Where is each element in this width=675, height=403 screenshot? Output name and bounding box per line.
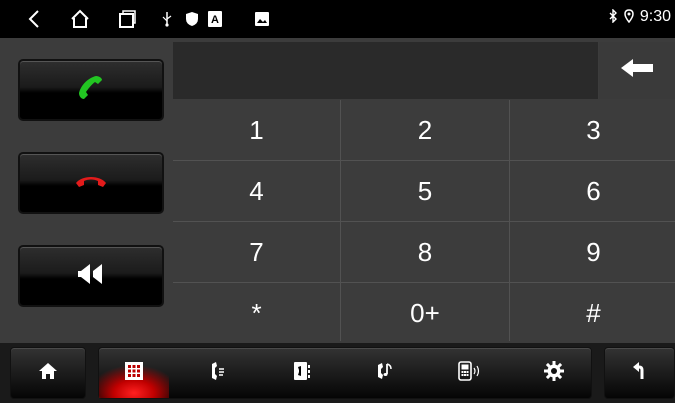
key-8[interactable]: 8 bbox=[341, 222, 509, 282]
image-icon bbox=[255, 12, 269, 31]
bluetooth-icon bbox=[608, 7, 618, 26]
bottom-nav-bar bbox=[0, 343, 675, 403]
phone-function-tabs bbox=[98, 347, 592, 399]
return-button[interactable] bbox=[604, 347, 675, 399]
phone-hangup-icon bbox=[74, 173, 108, 194]
music-phone-icon bbox=[377, 361, 395, 386]
usb-icon bbox=[162, 11, 172, 32]
tab-dialpad[interactable] bbox=[99, 348, 169, 398]
status-time: 9:30 bbox=[639, 8, 671, 25]
tab-contacts[interactable] bbox=[267, 348, 337, 398]
tab-settings[interactable] bbox=[519, 348, 589, 398]
key-7[interactable]: 7 bbox=[173, 222, 340, 282]
key-6[interactable]: 6 bbox=[510, 161, 675, 221]
volume-button[interactable] bbox=[18, 245, 164, 307]
location-icon bbox=[624, 8, 634, 26]
speaker-icon bbox=[78, 263, 104, 290]
key-1[interactable]: 1 bbox=[173, 100, 340, 160]
dialpad-icon bbox=[125, 361, 143, 385]
tab-call-log[interactable] bbox=[183, 348, 253, 398]
recents-icon[interactable] bbox=[118, 9, 136, 34]
tab-music[interactable] bbox=[351, 348, 421, 398]
a-box-icon: A bbox=[208, 11, 222, 32]
key-0-plus[interactable]: 0+ bbox=[341, 283, 509, 343]
home-button[interactable] bbox=[10, 347, 86, 399]
backspace-button[interactable] bbox=[599, 42, 675, 99]
back-icon[interactable] bbox=[28, 9, 40, 34]
key-2[interactable]: 2 bbox=[341, 100, 509, 160]
contacts-icon bbox=[293, 361, 311, 386]
shield-icon bbox=[186, 12, 198, 31]
phone-answer-icon bbox=[76, 73, 106, 108]
settings-gear-icon bbox=[544, 360, 564, 386]
end-call-button[interactable] bbox=[18, 152, 164, 214]
status-bar: A 9:30 bbox=[0, 0, 675, 38]
key-hash[interactable]: # bbox=[510, 283, 675, 343]
tab-phone-device[interactable] bbox=[435, 348, 505, 398]
key-star[interactable]: * bbox=[173, 283, 340, 343]
key-3[interactable]: 3 bbox=[510, 100, 675, 160]
home-icon[interactable] bbox=[70, 9, 90, 34]
number-display bbox=[173, 42, 598, 99]
return-icon bbox=[632, 361, 648, 386]
backspace-arrow-icon bbox=[621, 59, 653, 82]
key-5[interactable]: 5 bbox=[341, 161, 509, 221]
svg-text:A: A bbox=[211, 14, 219, 26]
key-4[interactable]: 4 bbox=[173, 161, 340, 221]
key-9[interactable]: 9 bbox=[510, 222, 675, 282]
dial-keypad: 1 2 3 4 5 6 7 8 9 * 0+ # bbox=[173, 100, 675, 343]
phone-device-icon bbox=[458, 360, 482, 386]
answer-call-button[interactable] bbox=[18, 59, 164, 121]
home-icon bbox=[38, 362, 58, 385]
call-log-icon bbox=[210, 361, 226, 386]
